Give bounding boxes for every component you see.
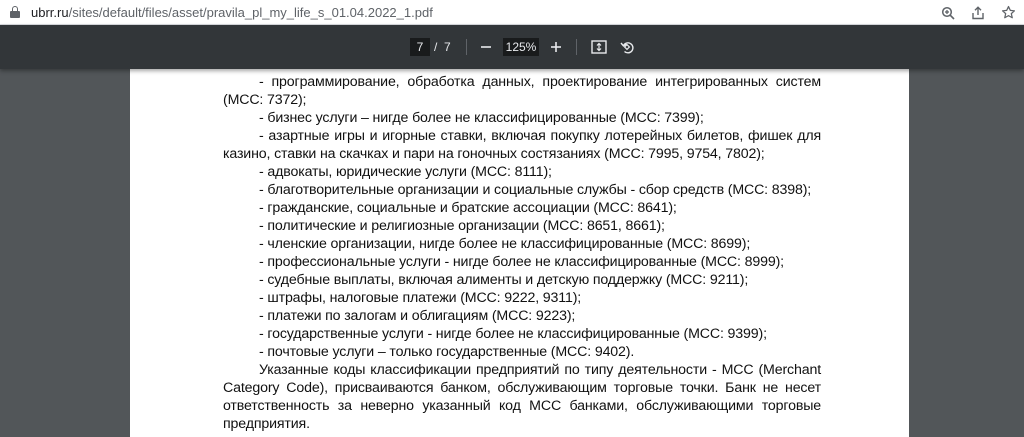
rotate-icon[interactable] xyxy=(617,37,637,57)
list-item: - членские организации, нигде более не к… xyxy=(259,236,751,252)
url-path: /sites/default/files/asset/pravila_pl_my… xyxy=(68,4,433,20)
list-item: - политические и религиозные организации… xyxy=(259,218,665,234)
list-item: - гражданские, социальные и братские асс… xyxy=(259,200,677,216)
pdf-page: - программирование, обработка данных, пр… xyxy=(130,69,909,437)
paragraph: Указанные коды классификации предприятий… xyxy=(223,362,821,432)
document-text: - программирование, обработка данных, пр… xyxy=(223,69,821,433)
page-separator: / xyxy=(434,40,438,54)
list-item: - штрафы, налоговые платежи (MCC: 9222, … xyxy=(259,290,582,306)
lock-icon[interactable] xyxy=(10,6,20,18)
fit-page-icon[interactable] xyxy=(589,37,609,57)
page-number-input[interactable]: 7 xyxy=(410,38,430,56)
url-host: ubrr.ru xyxy=(31,4,69,20)
list-item: - судебные выплаты, включая алименты и д… xyxy=(259,272,749,288)
toolbar-divider xyxy=(466,39,467,55)
list-item: - профессиональные услуги - нигде более … xyxy=(259,254,784,270)
list-item: - бизнес услуги – нигде более не классиф… xyxy=(259,110,704,126)
address-bar[interactable]: ubrr.ru/sites/default/files/asset/pravil… xyxy=(0,0,1024,25)
zoom-icon[interactable] xyxy=(940,5,956,21)
list-item: - платежи по залогам и облигациям (MCC: … xyxy=(259,308,576,324)
zoom-in-icon[interactable] xyxy=(546,37,566,57)
list-item: - азартные игры и игорные ставки, включа… xyxy=(223,128,821,162)
star-icon[interactable] xyxy=(1000,5,1016,21)
list-item: - программирование, обработка данных, пр… xyxy=(223,74,821,108)
share-icon[interactable] xyxy=(970,5,986,21)
zoom-level-input[interactable]: 125% xyxy=(503,38,539,56)
toolbar-divider xyxy=(576,39,577,55)
list-item: - адвокаты, юридические услуги (MCC: 811… xyxy=(259,164,552,180)
url-text[interactable]: ubrr.ru/sites/default/files/asset/pravil… xyxy=(31,5,433,20)
list-item: - государственные услуги - нигде более н… xyxy=(259,326,767,342)
list-item: - благотворительные организации и социал… xyxy=(259,182,812,198)
page-total: 7 xyxy=(444,40,451,54)
pdf-toolbar: 7 / 7 125% xyxy=(0,25,1024,69)
zoom-out-icon[interactable] xyxy=(476,37,496,57)
list-item: - почтовые услуги – только государственн… xyxy=(259,344,635,360)
